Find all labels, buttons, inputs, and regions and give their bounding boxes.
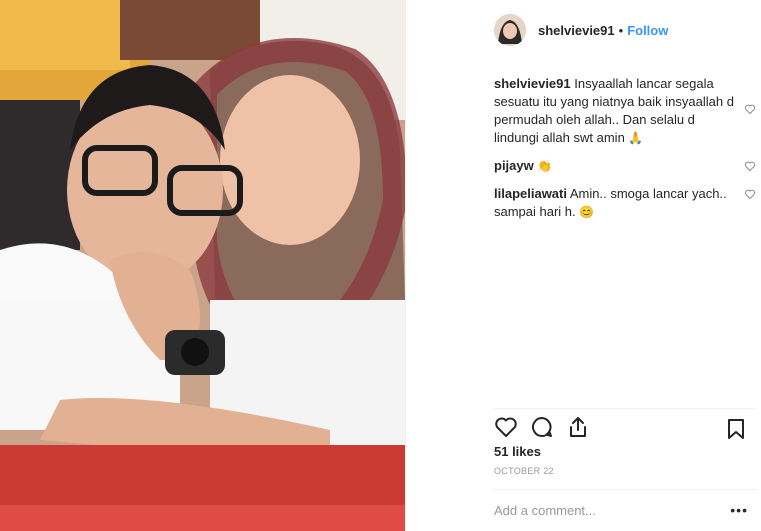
comment-list: shelvievie91 Insyaallah lancar segala se…: [494, 75, 756, 231]
post-username[interactable]: shelvievie91: [538, 23, 615, 38]
comment-username[interactable]: shelvievie91: [494, 76, 571, 91]
post-panel: shelvievie91 • Follow shelvievie91 Insya…: [405, 0, 761, 531]
comment-input[interactable]: [494, 503, 714, 518]
post-date: OCTOBER 22: [494, 466, 554, 476]
comment-icon[interactable]: [530, 415, 554, 439]
follow-button[interactable]: Follow: [627, 23, 668, 38]
post-photo[interactable]: [0, 0, 405, 531]
heart-icon[interactable]: [494, 415, 518, 439]
comment-like-heart-icon[interactable]: [744, 188, 756, 200]
comment-like-heart-icon[interactable]: [744, 160, 756, 172]
comment-emoji: 😊: [579, 205, 595, 219]
more-options-button[interactable]: •••: [730, 502, 748, 518]
comment-item: pijayw 👏: [494, 157, 756, 175]
post-header: shelvievie91 • Follow: [406, 0, 761, 60]
action-bar: [494, 408, 756, 445]
bookmark-icon[interactable]: [724, 417, 748, 441]
selfie-image: [0, 0, 405, 531]
add-comment-bar: •••: [494, 489, 756, 531]
likes-count[interactable]: 51 likes: [494, 444, 541, 459]
comment-username[interactable]: lilapeliawati: [494, 186, 567, 201]
avatar-image: [494, 14, 526, 46]
avatar[interactable]: [494, 14, 526, 46]
comment-item: shelvievie91 Insyaallah lancar segala se…: [494, 75, 756, 147]
comment-username[interactable]: pijayw: [494, 158, 534, 173]
comment-item: lilapeliawati Amin.. smoga lancar yach..…: [494, 185, 756, 221]
separator-dot: •: [618, 22, 624, 38]
comment-emoji: 🙏: [628, 131, 644, 145]
share-icon[interactable]: [566, 415, 590, 439]
comment-like-heart-icon[interactable]: [744, 103, 756, 115]
comment-emoji: 👏: [537, 159, 553, 173]
